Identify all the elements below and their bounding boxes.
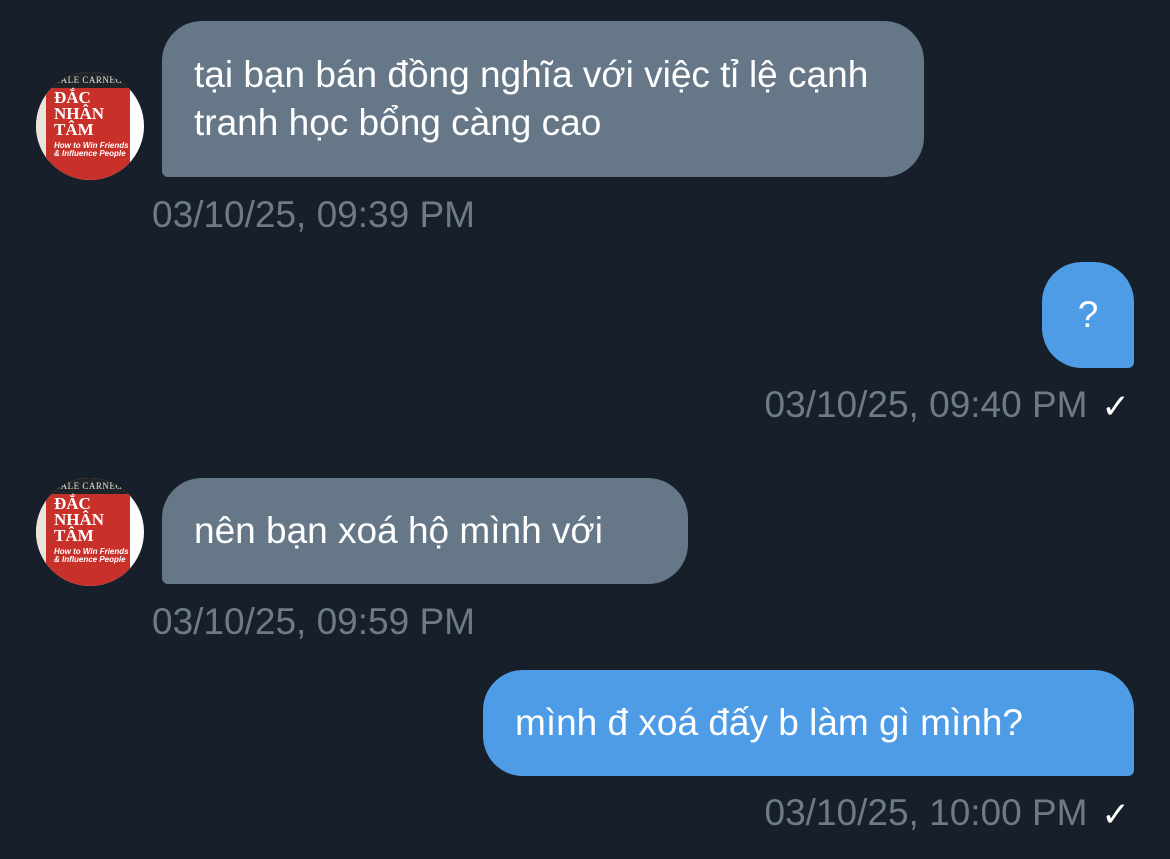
- outgoing-message-bubble[interactable]: mình đ xoá đấy b làm gì mình?: [483, 670, 1134, 776]
- book-title: ĐẮC NHÂN TÂM: [54, 88, 105, 139]
- book-cover-image: DALE CARNEG ĐẮC NHÂN TÂM How to Win Frie…: [46, 72, 130, 180]
- message-text: tại bạn bán đồng nghĩa với việc tỉ lệ cạ…: [194, 54, 869, 143]
- message-text: nên bạn xoá hộ mình với: [194, 510, 603, 551]
- incoming-message-bubble[interactable]: nên bạn xoá hộ mình với: [162, 478, 688, 584]
- sender-avatar[interactable]: DALE CARNEG ĐẮC NHÂN TÂM How to Win Frie…: [36, 478, 144, 586]
- outgoing-message-bubble[interactable]: ?: [1042, 262, 1134, 368]
- message-timestamp: 03/10/25, 09:40 PM: [764, 384, 1088, 425]
- check-icon: ✓: [1101, 388, 1131, 427]
- message-status-row: 03/10/25, 10:00 PM ✓: [765, 791, 1130, 837]
- message-text: mình đ xoá đấy b làm gì mình?: [515, 702, 1023, 743]
- message-status-row: 03/10/25, 09:40 PM ✓: [765, 383, 1130, 429]
- chat-thread: DALE CARNEG ĐẮC NHÂN TÂM How to Win Frie…: [0, 0, 1170, 859]
- book-cover-image: DALE CARNEG ĐẮC NHÂN TÂM How to Win Frie…: [46, 478, 130, 586]
- message-timestamp: 03/10/25, 09:59 PM: [152, 601, 475, 642]
- check-icon: ✓: [1101, 796, 1131, 835]
- book-author: DALE CARNEG: [46, 72, 130, 88]
- message-timestamp: 03/10/25, 09:39 PM: [152, 194, 475, 235]
- book-subtitle: How to Win Friends & Influence People: [54, 547, 129, 564]
- sender-avatar[interactable]: DALE CARNEG ĐẮC NHÂN TÂM How to Win Frie…: [36, 72, 144, 180]
- message-timestamp: 03/10/25, 10:00 PM: [764, 792, 1088, 833]
- incoming-message-bubble[interactable]: tại bạn bán đồng nghĩa với việc tỉ lệ cạ…: [162, 21, 924, 177]
- book-subtitle: How to Win Friends & Influence People: [54, 141, 129, 158]
- book-title: ĐẮC NHÂN TÂM: [54, 494, 105, 545]
- book-author: DALE CARNEG: [46, 478, 130, 494]
- message-text: ?: [1077, 294, 1099, 335]
